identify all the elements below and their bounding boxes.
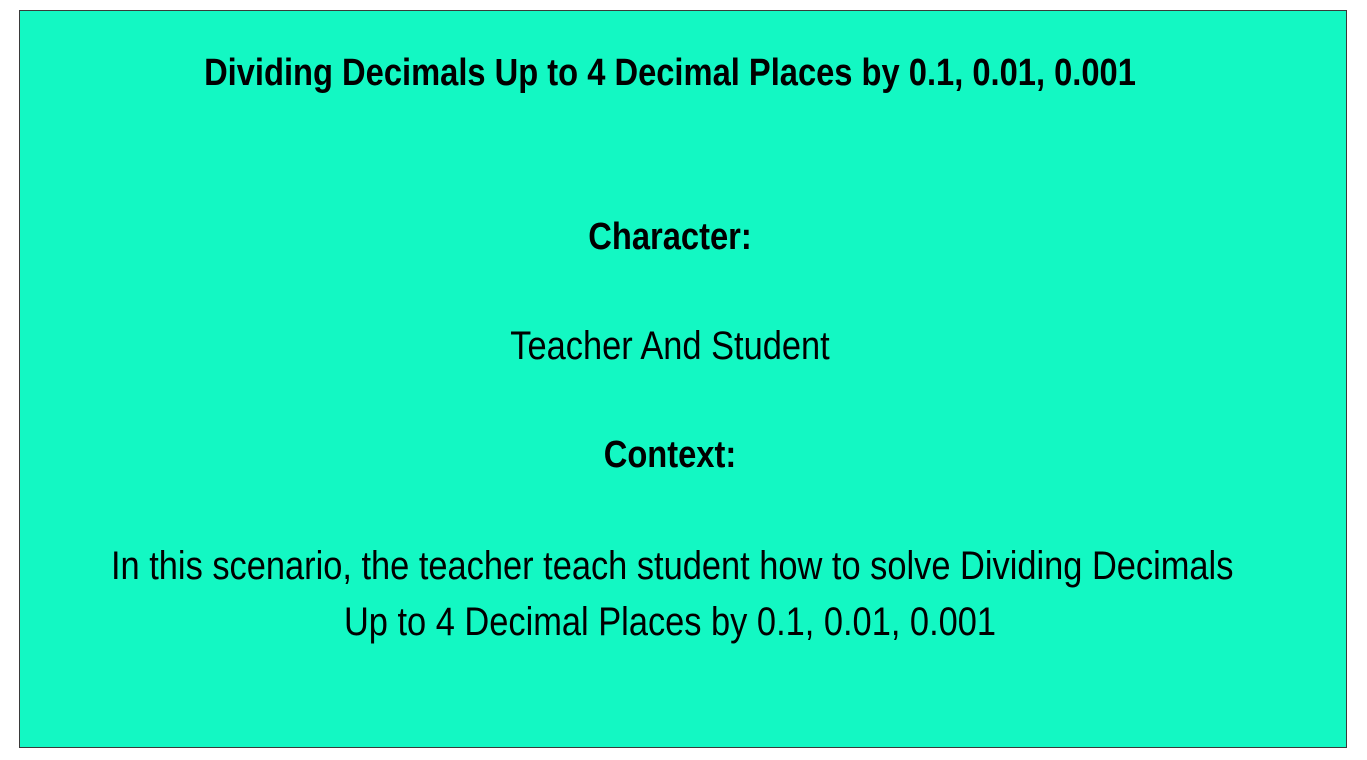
slide-title: Dividing Decimals Up to 4 Decimal Places… — [204, 52, 1136, 94]
character-text: Teacher And Student — [510, 324, 830, 368]
context-text-line-1: In this scenario, the teacher teach stud… — [111, 544, 1234, 588]
context-text-line-2: Up to 4 Decimal Places by 0.1, 0.01, 0.0… — [343, 600, 997, 644]
context-heading: Context: — [603, 434, 737, 476]
character-heading: Character: — [588, 216, 752, 258]
slide-panel: Dividing Decimals Up to 4 Decimal Places… — [19, 10, 1347, 748]
